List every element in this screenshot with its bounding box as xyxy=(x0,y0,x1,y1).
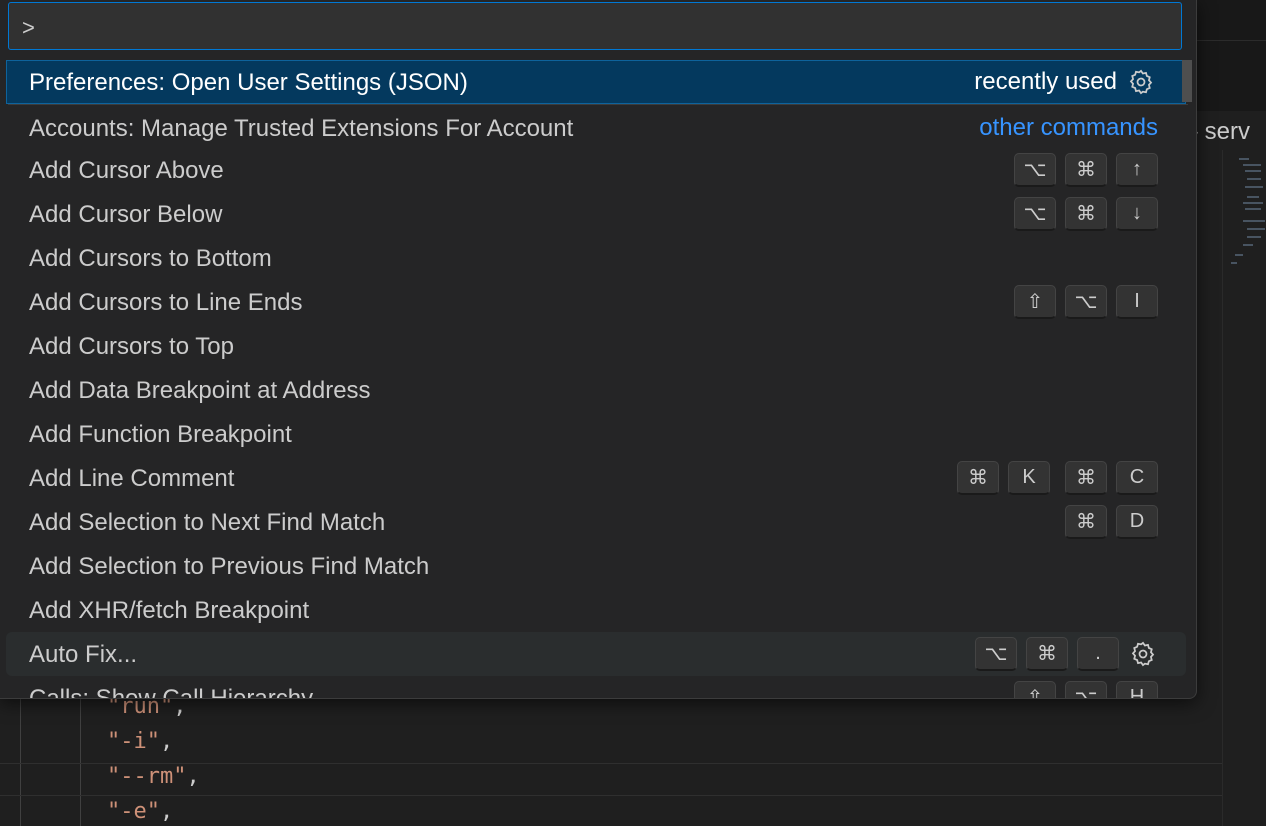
configure-keybinding-gear-icon[interactable] xyxy=(1128,639,1158,669)
command-label: Calls: Show Call Hierarchy xyxy=(29,685,314,699)
command-label: Add Selection to Next Find Match xyxy=(29,509,386,536)
command-label: Add Cursors to Top xyxy=(29,333,234,360)
command-label: Accounts: Manage Trusted Extensions For … xyxy=(29,115,574,142)
command-item-meta: ⌘ K ⌘ C xyxy=(957,456,1158,500)
command-palette: > Preferences: Open User Settings (JSON)… xyxy=(0,0,1197,699)
keybinding-key: ⌘ xyxy=(1026,637,1068,671)
command-list[interactable]: Preferences: Open User Settings (JSON) re… xyxy=(0,60,1196,698)
code-line[interactable]: "-e", xyxy=(107,799,173,824)
keybinding-key: ↑ xyxy=(1116,153,1158,187)
list-scrollbar[interactable] xyxy=(1182,60,1192,102)
command-item[interactable]: Add Line Comment ⌘ K ⌘ C xyxy=(6,456,1186,500)
comma: , xyxy=(159,799,174,824)
keybinding-key: H xyxy=(1116,681,1158,698)
command-item-meta: ⌥ ⌘ ↓ xyxy=(1014,192,1158,236)
command-input[interactable]: > xyxy=(8,2,1182,50)
command-item[interactable]: Preferences: Open User Settings (JSON) re… xyxy=(6,60,1192,104)
command-item[interactable]: Accounts: Manage Trusted Extensions For … xyxy=(6,106,1186,150)
minimap[interactable] xyxy=(1222,150,1266,826)
command-group-label: other commands xyxy=(979,114,1158,141)
command-group-label: recently used xyxy=(974,68,1117,95)
indent-guide xyxy=(20,690,21,826)
command-item[interactable]: Add Selection to Next Find Match ⌘ D xyxy=(6,500,1186,544)
command-label: Add Function Breakpoint xyxy=(29,421,292,448)
line-highlight-border xyxy=(0,795,1222,796)
code-line[interactable]: "-i", xyxy=(107,729,173,754)
command-item-meta: ⇧ ⌥ I xyxy=(1014,280,1158,324)
command-item[interactable]: Add Cursor Below ⌥ ⌘ ↓ xyxy=(6,192,1186,236)
keybinding-key: ⇧ xyxy=(1014,285,1056,319)
command-input-value[interactable]: > xyxy=(22,15,35,41)
command-item-meta: recently used xyxy=(974,60,1156,104)
command-label: Add Data Breakpoint at Address xyxy=(29,377,371,404)
command-label: Add Cursor Below xyxy=(29,201,223,228)
keybinding-key: ⌘ xyxy=(1065,153,1107,187)
command-label: Preferences: Open User Settings (JSON) xyxy=(29,69,468,96)
comma: , xyxy=(159,729,174,754)
keybinding-key: ⌥ xyxy=(1014,197,1056,231)
command-item[interactable]: Add Cursor Above ⌥ ⌘ ↑ xyxy=(6,148,1186,192)
command-item[interactable]: Add Cursors to Top xyxy=(6,324,1186,368)
string-literal: "-i" xyxy=(107,729,160,754)
keybinding-key: . xyxy=(1077,637,1119,671)
command-item[interactable]: Add Function Breakpoint xyxy=(6,412,1186,456)
command-label: Add Cursors to Bottom xyxy=(29,245,272,272)
string-literal: "-e" xyxy=(107,799,160,824)
keybinding-key: ⇧ xyxy=(1014,681,1056,698)
string-literal: "--rm" xyxy=(107,764,187,789)
command-label: Add Cursor Above xyxy=(29,157,224,184)
keybinding-key: ⌘ xyxy=(1065,505,1107,539)
command-label: Add Selection to Previous Find Match xyxy=(29,553,430,580)
keybinding-key: ⌘ xyxy=(1065,461,1107,495)
keybinding-key: ⌥ xyxy=(1065,681,1107,698)
command-item-meta: other commands xyxy=(979,106,1158,150)
command-item-meta: ⌥ ⌘. xyxy=(975,632,1158,676)
group-separator xyxy=(8,104,1188,105)
keybinding-key: C xyxy=(1116,461,1158,495)
comma: , xyxy=(186,764,200,789)
command-item-meta: ⌥ ⌘ ↑ xyxy=(1014,148,1158,192)
command-item[interactable]: Calls: Show Call Hierarchy ⇧ ⌥ H xyxy=(6,676,1186,699)
configure-keybinding-gear-icon[interactable] xyxy=(1126,67,1156,97)
command-item[interactable]: Auto Fix... ⌥ ⌘. xyxy=(6,632,1186,676)
command-label: Add XHR/fetch Breakpoint xyxy=(29,597,310,624)
command-item[interactable]: Add XHR/fetch Breakpoint xyxy=(6,588,1186,632)
command-item-meta: ⌘ D xyxy=(1065,500,1158,544)
command-item[interactable]: Add Selection to Previous Find Match xyxy=(6,544,1186,588)
breadcrumb[interactable]: } serv xyxy=(1190,118,1250,146)
command-label: Add Line Comment xyxy=(29,465,235,492)
keybinding-key: D xyxy=(1116,505,1158,539)
command-item[interactable]: Add Data Breakpoint at Address xyxy=(6,368,1186,412)
command-item-meta: ⇧ ⌥ H xyxy=(1014,676,1158,698)
keybinding-key: ⌥ xyxy=(1065,285,1107,319)
keybinding-key: ⌥ xyxy=(1014,153,1056,187)
command-label: Auto Fix... xyxy=(29,641,138,668)
keybinding-key: ↓ xyxy=(1116,197,1158,231)
command-item[interactable]: Add Cursors to Line Ends ⇧ ⌥ I xyxy=(6,280,1186,324)
keybinding-key: K xyxy=(1008,461,1050,495)
command-label: Add Cursors to Line Ends xyxy=(29,289,303,316)
keybinding-key: ⌘ xyxy=(957,461,999,495)
keybinding-key: I xyxy=(1116,285,1158,319)
keybinding-key: ⌥ xyxy=(975,637,1017,671)
indent-guide xyxy=(80,690,81,826)
command-item[interactable]: Add Cursors to Bottom xyxy=(6,236,1186,280)
keybinding-key: ⌘ xyxy=(1065,197,1107,231)
code-line[interactable]: "--rm", xyxy=(107,764,200,789)
